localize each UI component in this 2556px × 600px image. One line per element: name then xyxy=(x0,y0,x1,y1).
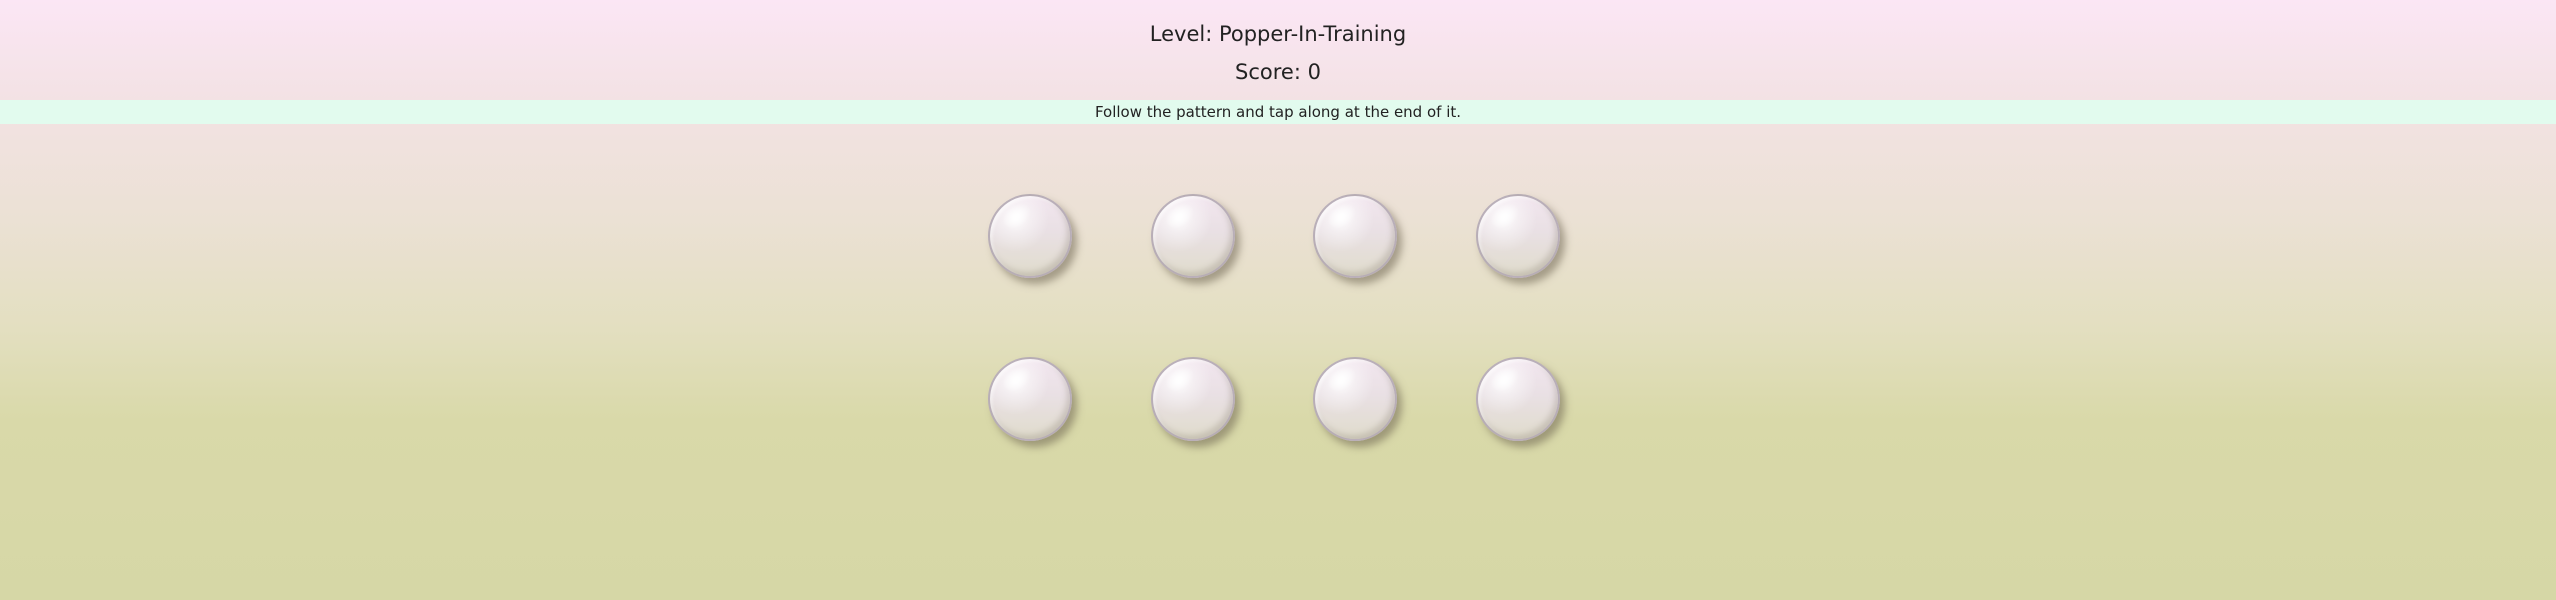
instruction-banner: Follow the pattern and tap along at the … xyxy=(0,100,2556,124)
bubble-1[interactable] xyxy=(988,194,1072,278)
game-header: Level: Popper-In-Training Score: 0 xyxy=(0,0,2556,100)
bubble-5[interactable] xyxy=(988,357,1072,441)
level-label: Level: Popper-In-Training xyxy=(1149,22,1407,46)
bubble-4[interactable] xyxy=(1476,194,1560,278)
bubble-7[interactable] xyxy=(1313,357,1397,441)
bubble-8[interactable] xyxy=(1476,357,1560,441)
score-label: Score: 0 xyxy=(1235,60,1321,84)
bubble-board xyxy=(988,194,1568,444)
bubble-6[interactable] xyxy=(1151,357,1235,441)
bubble-3[interactable] xyxy=(1313,194,1397,278)
bubble-2[interactable] xyxy=(1151,194,1235,278)
